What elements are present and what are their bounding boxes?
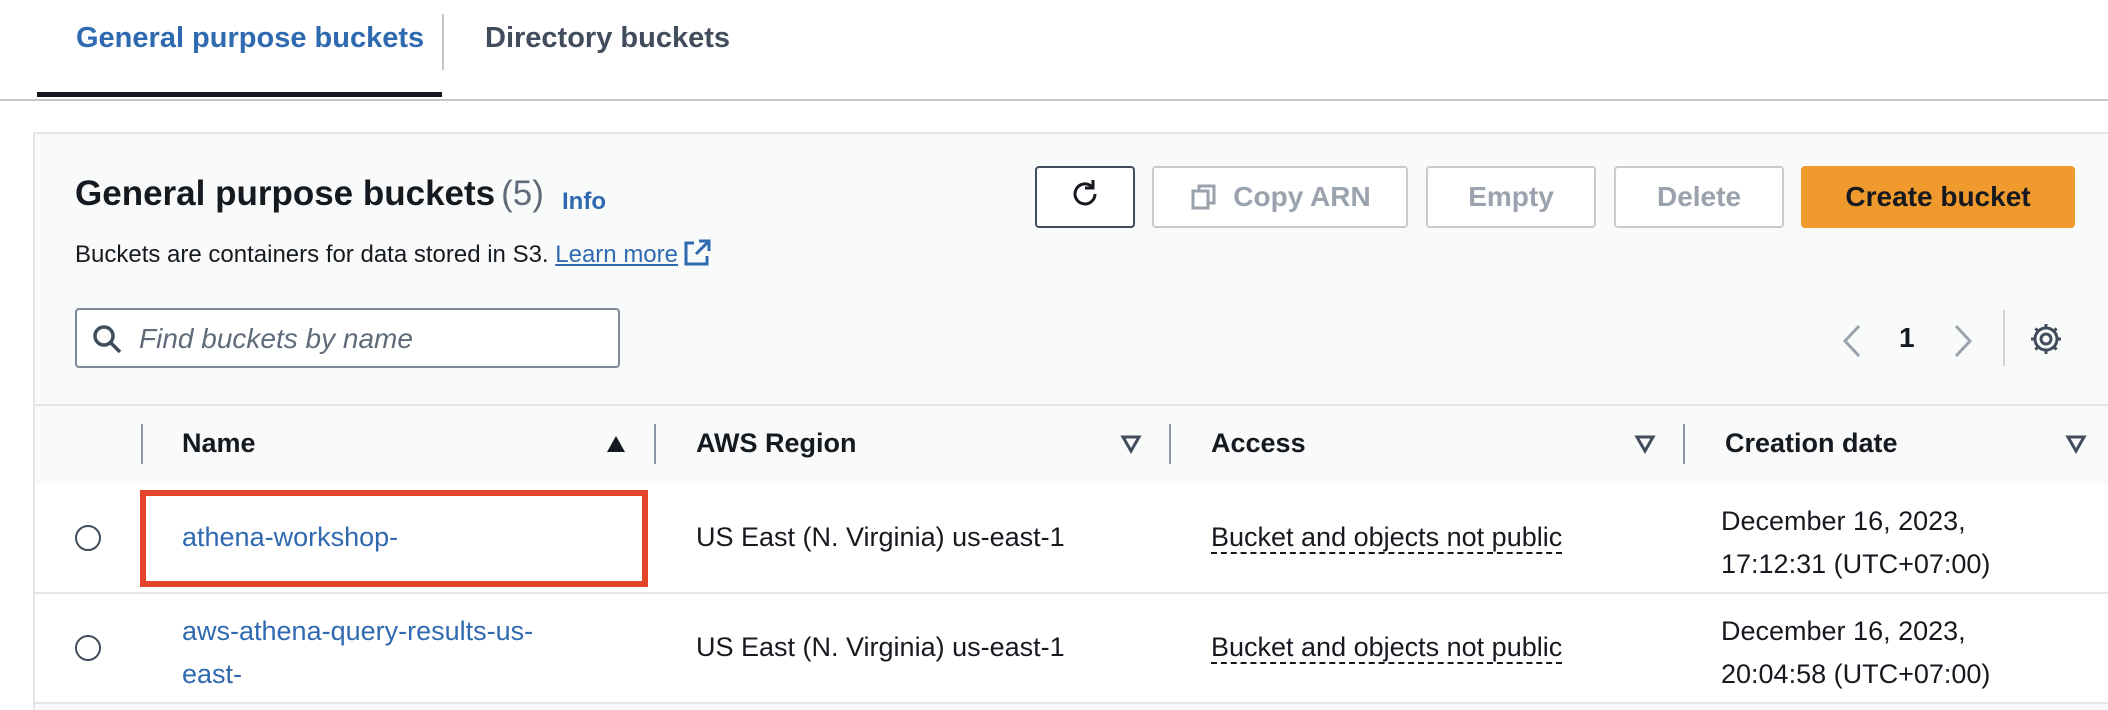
region-cell: US East (N. Virginia) us-east-1 <box>696 632 1065 662</box>
bucket-count: (5) <box>501 174 544 213</box>
learn-more-link[interactable]: Learn more <box>555 241 678 268</box>
bucket-type-tabs: General purpose buckets Directory bucket… <box>0 0 2108 101</box>
copy-arn-label: Copy ARN <box>1233 181 1371 212</box>
access-cell[interactable]: Bucket and objects not public <box>1211 522 1562 553</box>
search-box <box>75 308 620 368</box>
column-header-access[interactable]: Access <box>1211 428 1306 459</box>
date-text: December 16, 2023, <box>1721 506 1966 536</box>
page-title-text: General purpose buckets <box>75 174 496 213</box>
copy-icon <box>1189 182 1219 212</box>
sort-icon[interactable] <box>1120 434 1142 459</box>
time-text: 20:04:58 (UTC+07:00) <box>1721 659 1991 689</box>
chevron-left-icon[interactable] <box>1842 324 1862 363</box>
date-text: December 16, 2023, <box>1721 616 1966 646</box>
access-cell[interactable]: Bucket and objects not public <box>1211 632 1562 663</box>
pager-divider <box>2003 310 2005 366</box>
row-select-radio[interactable] <box>75 635 101 661</box>
delete-button[interactable]: Delete <box>1614 166 1784 228</box>
current-page-number[interactable]: 1 <box>1899 322 1915 354</box>
creation-date-cell: December 16, 2023, 17:12:31 (UTC+07:00) <box>1721 500 1990 586</box>
create-bucket-button[interactable]: Create bucket <box>1801 166 2075 228</box>
tab-divider <box>442 14 444 70</box>
buckets-panel: General purpose buckets (5) Info Buckets … <box>33 132 2108 710</box>
search-icon <box>91 323 123 360</box>
page-description: Buckets are containers for data stored i… <box>75 238 712 275</box>
column-header-creation-date[interactable]: Creation date <box>1725 428 1898 459</box>
column-divider <box>654 424 656 464</box>
chevron-right-icon[interactable] <box>1953 324 1973 363</box>
column-divider <box>1169 424 1171 464</box>
empty-button[interactable]: Empty <box>1426 166 1596 228</box>
bucket-name-link[interactable]: aws-athena-query-results-us-east- <box>182 610 533 696</box>
info-link[interactable]: Info <box>562 188 606 216</box>
gear-icon[interactable] <box>2029 322 2063 361</box>
table-row[interactable]: aws-athena-query-results-us-east- US Eas… <box>35 594 2108 704</box>
refresh-button[interactable] <box>1035 166 1135 228</box>
column-divider <box>141 424 143 464</box>
copy-arn-button[interactable]: Copy ARN <box>1152 166 1408 228</box>
sort-icon[interactable] <box>2065 434 2087 459</box>
column-header-region[interactable]: AWS Region <box>696 428 857 459</box>
table-header: Name AWS Region Access Creation date <box>35 404 2108 486</box>
creation-date-cell: December 16, 2023, 20:04:58 (UTC+07:00) <box>1721 610 1990 696</box>
bucket-name-text: east- <box>182 659 243 689</box>
search-input[interactable] <box>137 318 611 360</box>
refresh-icon <box>1067 176 1103 219</box>
bucket-name-text: aws-athena-query-results-us- <box>182 616 534 646</box>
active-tab-indicator <box>37 92 442 97</box>
description-text: Buckets are containers for data stored i… <box>75 241 549 268</box>
column-divider <box>1683 424 1685 464</box>
sort-ascending-icon[interactable] <box>605 434 627 459</box>
tab-directory-buckets[interactable]: Directory buckets <box>485 22 730 55</box>
tab-general-purpose-buckets[interactable]: General purpose buckets <box>76 22 424 55</box>
page-title: General purpose buckets (5) <box>75 174 544 214</box>
sort-icon[interactable] <box>1634 434 1656 459</box>
external-link-icon[interactable] <box>682 238 712 275</box>
highlight-annotation <box>140 490 648 587</box>
region-cell: US East (N. Virginia) us-east-1 <box>696 522 1065 552</box>
column-header-name[interactable]: Name <box>182 428 256 459</box>
time-text: 17:12:31 (UTC+07:00) <box>1721 549 1991 579</box>
row-select-radio[interactable] <box>75 525 101 551</box>
